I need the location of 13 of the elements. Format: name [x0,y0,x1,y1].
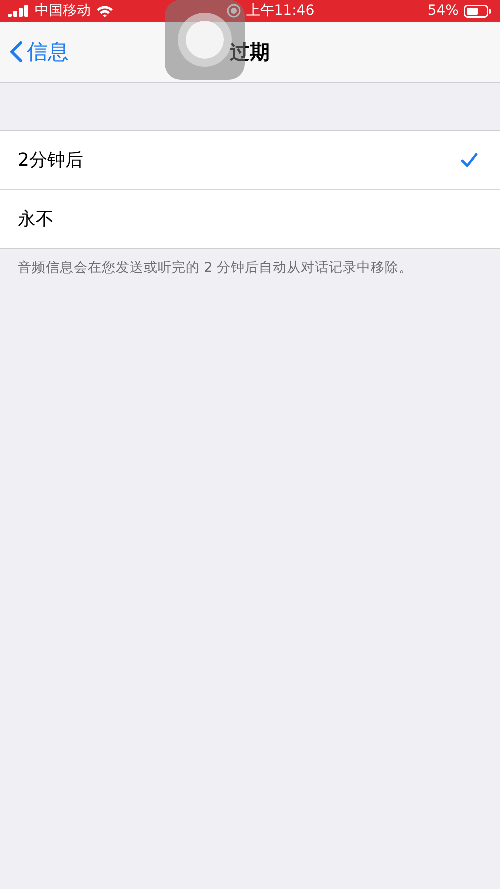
carrier-name: 中国移动 [35,2,91,20]
option-row[interactable]: 永不 [0,189,500,248]
option-row[interactable]: 2分钟后 [0,131,500,189]
back-button[interactable]: 信息 [0,38,69,66]
chevron-left-icon [10,41,23,63]
battery-icon [464,4,492,18]
battery-percent: 54% [428,3,459,19]
clock-time: 上午11:46 [246,2,315,20]
page-title: 过期 [230,38,270,66]
footer-note: 音频信息会在您发送或听完的 2 分钟后自动从对话记录中移除。 [17,259,414,278]
location-icon [227,4,242,18]
wifi-icon [96,4,114,18]
signal-icon [8,5,30,17]
